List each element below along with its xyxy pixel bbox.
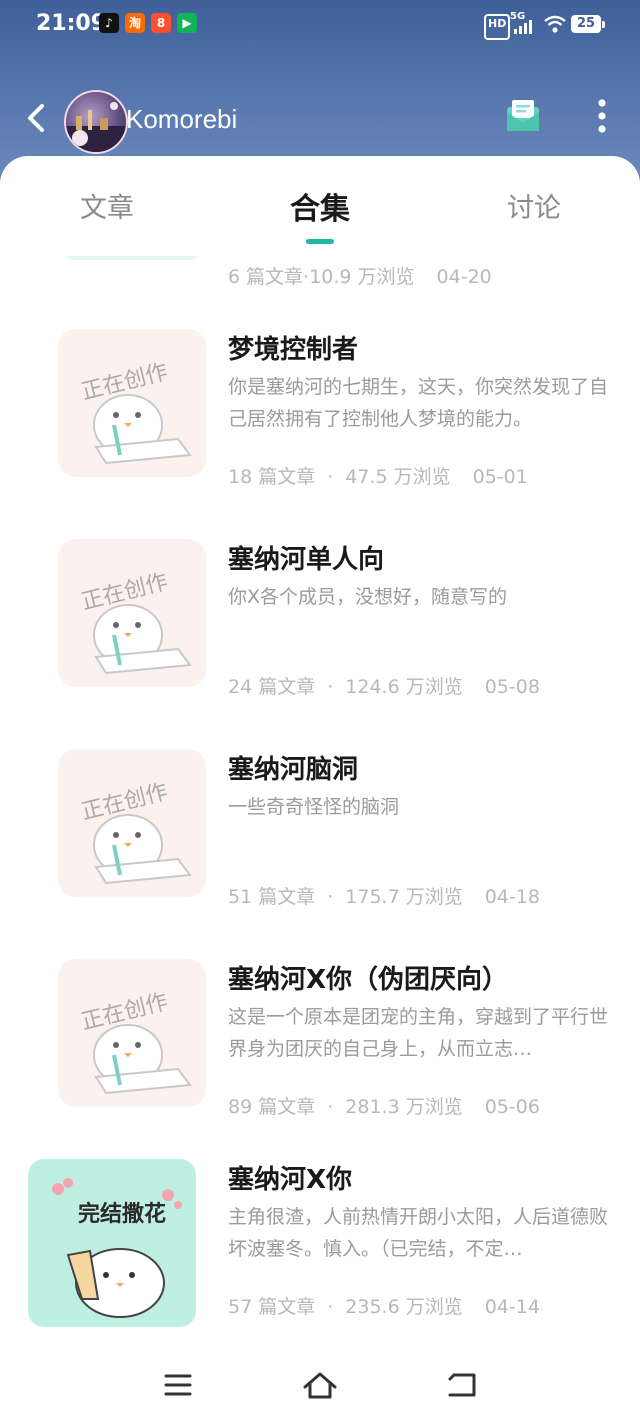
svg-text:完结撒花: 完结撒花: [78, 1201, 166, 1227]
update-date: 05-08: [484, 676, 540, 698]
tab-collections[interactable]: 合集: [290, 184, 350, 228]
collection-title: 塞纳河脑洞: [228, 755, 359, 785]
tab-discussion[interactable]: 讨论: [507, 186, 561, 225]
update-date: 04-18: [484, 886, 540, 908]
collection-meta: 57 篇文章 · 235.6 万浏览 04-14: [228, 1296, 540, 1318]
article-count: 57 篇文章: [228, 1296, 316, 1318]
back-icon[interactable]: [22, 100, 52, 136]
article-count: 89 篇文章: [228, 1096, 316, 1118]
battery-indicator: 25: [571, 15, 605, 33]
collection-desc: 这是一个原本是团宠的主角，穿越到了平行世界身为团厌的自己身上，从而立志…: [228, 1006, 609, 1060]
hd-badge: HD: [484, 14, 511, 40]
collection-cover: 正在创作: [58, 539, 206, 687]
app-icon: 8: [151, 13, 171, 33]
collection-desc: 主角很渣，人前热情开朗小太阳，人后道德败坏波塞冬。慎入。（已完结，不定…: [228, 1206, 609, 1260]
collection-item[interactable]: 正在创作 塞纳河单人向 你X各个成员，没想好，随意写的 24 篇文章 · 124.6…: [0, 539, 640, 749]
article-count: 18 篇文章: [228, 466, 316, 488]
view-count: 281.3 万浏览: [345, 1096, 463, 1118]
collection-meta: 51 篇文章 · 175.7 万浏览 04-18: [228, 886, 540, 908]
view-count: 47.5 万浏览: [345, 466, 451, 488]
collection-meta: 18 篇文章 · 47.5 万浏览 05-01: [228, 466, 528, 488]
avatar[interactable]: [64, 90, 128, 154]
collection-meta: 6 篇文章·10.9 万浏览 04-20: [228, 266, 492, 288]
collection-item[interactable]: 正在创作 塞纳河脑洞 一些奇奇怪怪的脑洞 51 篇文章 · 175.7 万浏览 04-…: [0, 749, 640, 959]
article-count: 24 篇文章: [228, 676, 316, 698]
update-date: 05-06: [484, 1096, 540, 1118]
tab-indicator: [306, 239, 334, 244]
user-name[interactable]: Komorebi: [126, 104, 237, 135]
collection-cover: 正在创作: [58, 959, 206, 1107]
view-count: 124.6 万浏览: [345, 676, 463, 698]
collection-list: 6 篇文章·10.9 万浏览 04-20 正在创作 梦境控制者 你是塞纳河的七期生…: [0, 256, 640, 1336]
tab-bar: 文章 合集 讨论: [0, 156, 640, 256]
tab-articles[interactable]: 文章: [80, 186, 134, 225]
profile-header: Komorebi: [0, 90, 640, 154]
update-date: 05-01: [472, 466, 528, 488]
collection-cover: [58, 256, 206, 260]
collection-title: 塞纳河X你: [228, 1165, 353, 1195]
home-icon[interactable]: [300, 1365, 340, 1405]
collection-cover: 正在创作: [58, 749, 206, 897]
collection-desc: 一些奇奇怪怪的脑洞: [228, 796, 400, 818]
signal-icon: [514, 20, 532, 34]
view-count: 175.7 万浏览: [345, 886, 463, 908]
wifi-icon: [544, 15, 566, 33]
collection-desc: 你是塞纳河的七期生，这天，你突然发现了自己居然拥有了控制他人梦境的能力。: [228, 376, 609, 430]
back-nav-icon[interactable]: [442, 1365, 482, 1405]
collection-cover: 完结撒花: [28, 1159, 196, 1327]
collection-item[interactable]: 完结撒花 塞纳河X你 主角很渣，人前热情开朗小太阳，人后道德败坏波塞冬。慎入。（…: [0, 1159, 640, 1336]
system-nav-bar: [0, 1355, 640, 1423]
collection-item[interactable]: 正在创作 梦境控制者 你是塞纳河的七期生，这天，你突然发现了自己居然拥有了控制他…: [0, 329, 640, 539]
collection-item[interactable]: 正在创作 塞纳河X你（伪团厌向） 这是一个原本是团宠的主角，穿越到了平行世界身为…: [0, 959, 640, 1169]
collection-title: 塞纳河X你（伪团厌向）: [228, 965, 509, 995]
collection-desc: 你X各个成员，没想好，随意写的: [228, 586, 508, 608]
status-bar: 21:09 ♪ 淘 8 ▶ HD 5G 25: [0, 0, 640, 50]
collection-title: 塞纳河单人向: [228, 545, 385, 575]
status-time: 21:09: [36, 11, 107, 36]
collection-title: 梦境控制者: [228, 335, 359, 365]
update-date: 04-14: [484, 1296, 540, 1318]
collection-meta: 24 篇文章 · 124.6 万浏览 05-08: [228, 676, 540, 698]
tiktok-icon: ♪: [99, 13, 119, 33]
collection-cover: 正在创作: [58, 329, 206, 477]
mail-icon[interactable]: [504, 98, 542, 134]
more-icon[interactable]: [590, 98, 614, 134]
collection-meta: 89 篇文章 · 281.3 万浏览 05-06: [228, 1096, 540, 1118]
menu-icon[interactable]: [158, 1365, 198, 1405]
view-count: 235.6 万浏览: [345, 1296, 463, 1318]
video-icon: ▶: [177, 13, 197, 33]
content-sheet: 文章 合集 讨论 6 篇文章·10.9 万浏览 04-20 正在创作 梦境控制者…: [0, 156, 640, 1423]
taobao-icon: 淘: [125, 13, 145, 33]
article-count: 51 篇文章: [228, 886, 316, 908]
